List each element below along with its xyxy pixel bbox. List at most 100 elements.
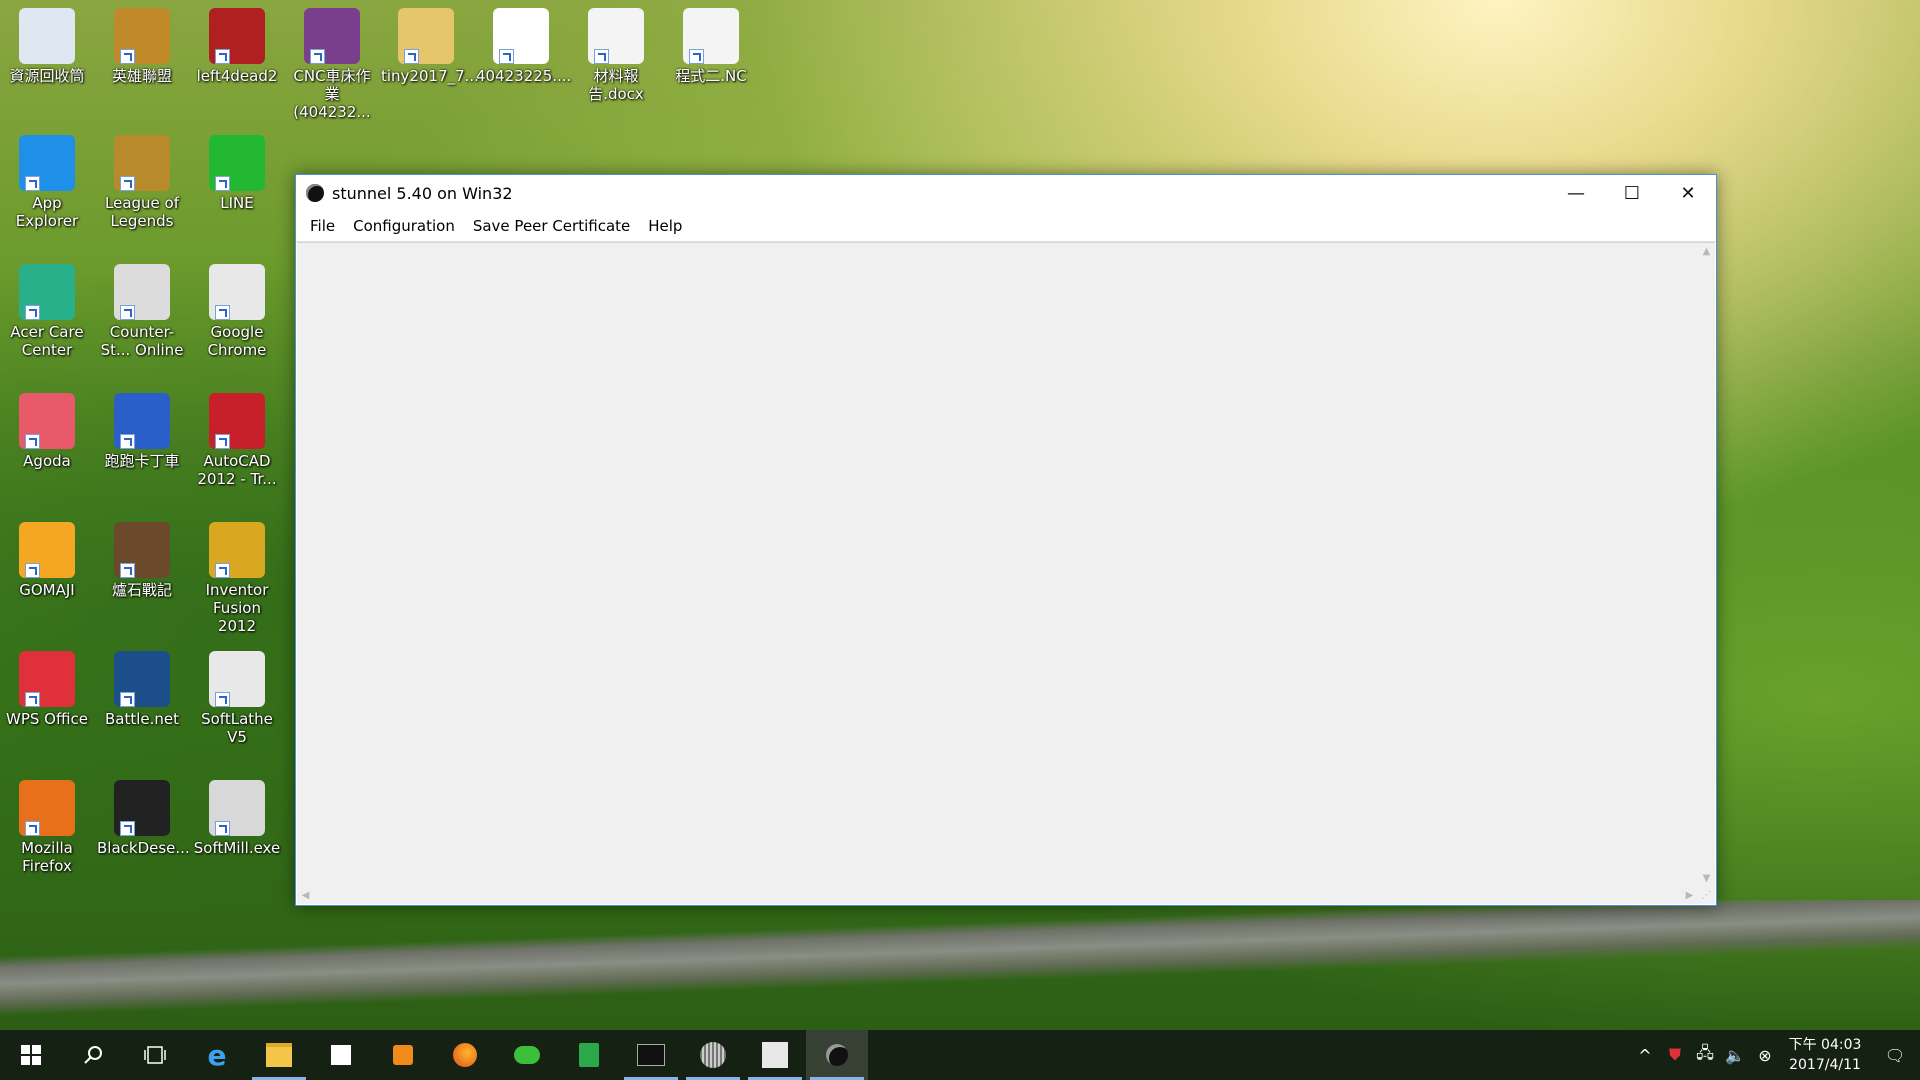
taskbar-store[interactable] — [310, 1030, 372, 1080]
shortcut-arrow-icon — [404, 49, 419, 64]
minimize-button[interactable]: — — [1548, 175, 1604, 211]
desktop-icon[interactable]: 跑跑卡丁車 — [97, 393, 187, 470]
action-center-icon[interactable]: 🗨 — [1870, 1046, 1920, 1065]
desktop-icon-label: Mozilla Firefox — [21, 839, 73, 875]
volume-icon[interactable]: 🔈 — [1720, 1046, 1750, 1065]
scroll-left-icon[interactable]: ◀ — [297, 887, 314, 904]
app-icon — [398, 8, 454, 64]
stunnel-window[interactable]: stunnel 5.40 on Win32 — ☐ ✕ File Configu… — [295, 174, 1717, 906]
shortcut-arrow-icon — [25, 176, 40, 191]
desktop-icon-label: 40423225.... — [476, 67, 572, 85]
menu-help[interactable]: Help — [639, 211, 691, 241]
search-button[interactable] — [62, 1030, 124, 1080]
desktop-icon[interactable]: GOMAJI — [2, 522, 92, 599]
app-icon — [209, 8, 265, 64]
app-icon — [209, 393, 265, 449]
desktop-icon[interactable]: Mozilla Firefox — [2, 780, 92, 875]
desktop-icon[interactable]: WPS Office — [2, 651, 92, 728]
desktop-icon[interactable]: left4dead2 — [192, 8, 282, 85]
antivirus-icon[interactable]: ⛊ — [1660, 1045, 1690, 1065]
wallpaper-road — [0, 900, 1920, 1020]
scroll-down-icon[interactable]: ▼ — [1698, 870, 1715, 887]
stunnel-taskbar-icon — [826, 1044, 848, 1066]
network-icon[interactable]: 🖧 — [1690, 1042, 1720, 1069]
desktop-icon-label: Inventor Fusion 2012 — [205, 581, 269, 635]
store-icon — [331, 1045, 351, 1065]
shortcut-arrow-icon — [310, 49, 325, 64]
desktop-icon[interactable]: BlackDese... — [97, 780, 190, 857]
taskbar-cloud-app[interactable] — [496, 1030, 558, 1080]
app-icon — [493, 8, 549, 64]
desktop-icon-label: Agoda — [23, 452, 71, 470]
taskbar-file-explorer[interactable] — [248, 1030, 310, 1080]
desktop-icon[interactable]: Agoda — [2, 393, 92, 470]
shortcut-arrow-icon — [25, 434, 40, 449]
close-button[interactable]: ✕ — [1660, 175, 1716, 211]
app-icon — [683, 8, 739, 64]
desktop-icon[interactable]: tiny2017_7... — [381, 8, 479, 85]
desktop-icon[interactable]: 爐石戰記 — [97, 522, 187, 599]
app-icon — [19, 393, 75, 449]
task-view-button[interactable] — [124, 1030, 186, 1080]
taskbar-media-player[interactable] — [372, 1030, 434, 1080]
desktop-icon[interactable]: 材料報告.docx — [571, 8, 661, 103]
resize-grip-icon[interactable]: ⋰ — [1698, 887, 1715, 904]
desktop-icon[interactable]: SoftLathe V5 — [192, 651, 282, 746]
app-icon — [209, 522, 265, 578]
app-icon — [114, 135, 170, 191]
title-bar[interactable]: stunnel 5.40 on Win32 — ☐ ✕ — [296, 175, 1716, 211]
desktop-icon[interactable]: CNC車床作業(404232... — [287, 8, 377, 121]
desktop-icon[interactable]: App Explorer — [2, 135, 92, 230]
desktop-icon[interactable]: AutoCAD 2012 - Tr... — [192, 393, 282, 488]
shortcut-arrow-icon — [25, 305, 40, 320]
desktop-icon[interactable]: SoftMill.exe — [192, 780, 282, 857]
desktop-icon[interactable]: 資源回收筒 — [2, 8, 92, 85]
vertical-scrollbar[interactable]: ▲ ▼ — [1698, 243, 1715, 887]
show-hidden-icons-icon[interactable]: ^ — [1630, 1046, 1660, 1065]
taskbar-cad-app[interactable] — [744, 1030, 806, 1080]
desktop-icon[interactable]: League of Legends — [97, 135, 187, 230]
desktop-icon[interactable]: Counter-St... Online — [97, 264, 187, 359]
taskbar-spreadsheet[interactable] — [558, 1030, 620, 1080]
app-icon — [19, 135, 75, 191]
desktop-icon[interactable]: Inventor Fusion 2012 — [192, 522, 282, 635]
desktop-icon-label: BlackDese... — [97, 839, 190, 857]
taskbar-stunnel[interactable] — [806, 1030, 868, 1080]
scroll-right-icon[interactable]: ▶ — [1681, 887, 1698, 904]
desktop-icon[interactable]: Acer Care Center — [2, 264, 92, 359]
taskbar-terminal[interactable] — [620, 1030, 682, 1080]
desktop-icon[interactable]: 程式二.NC — [666, 8, 756, 85]
maximize-button[interactable]: ☐ — [1604, 175, 1660, 211]
shortcut-arrow-icon — [689, 49, 704, 64]
app-icon — [209, 780, 265, 836]
cad-app-icon — [762, 1042, 788, 1068]
stunnel-app-icon — [306, 184, 324, 202]
menu-configuration[interactable]: Configuration — [344, 211, 464, 241]
desktop-icon[interactable]: LINE — [192, 135, 282, 212]
desktop-icon[interactable]: 40423225.... — [476, 8, 572, 85]
clock[interactable]: 下午 04:03 2017/4/11 — [1780, 1035, 1870, 1075]
shortcut-arrow-icon — [215, 563, 230, 578]
input-method-icon[interactable]: ⊗ — [1750, 1046, 1780, 1065]
desktop-icon[interactable]: Battle.net — [97, 651, 187, 728]
shortcut-arrow-icon — [120, 821, 135, 836]
taskbar-edge[interactable]: e — [186, 1030, 248, 1080]
taskbar-firefox[interactable] — [434, 1030, 496, 1080]
taskbar-sphere-app[interactable] — [682, 1030, 744, 1080]
start-button[interactable] — [0, 1030, 62, 1080]
menu-save-peer-certificate[interactable]: Save Peer Certificate — [464, 211, 639, 241]
menu-file[interactable]: File — [301, 211, 344, 241]
desktop-icon[interactable]: 英雄聯盟 — [97, 8, 187, 85]
desktop-icon[interactable]: Google Chrome — [192, 264, 282, 359]
desktop-icon-label: GOMAJI — [19, 581, 75, 599]
shortcut-arrow-icon — [25, 821, 40, 836]
scroll-up-icon[interactable]: ▲ — [1698, 243, 1715, 260]
horizontal-scrollbar[interactable]: ◀ ▶ — [297, 887, 1698, 904]
desktop-icon-label: left4dead2 — [196, 67, 278, 85]
log-area[interactable]: ▲ ▼ ◀ ▶ ⋰ — [297, 242, 1715, 904]
app-icon — [209, 651, 265, 707]
desktop-icon-label: 資源回收筒 — [9, 67, 85, 85]
shortcut-arrow-icon — [215, 49, 230, 64]
desktop-icon-label: Google Chrome — [207, 323, 267, 359]
shortcut-arrow-icon — [120, 176, 135, 191]
